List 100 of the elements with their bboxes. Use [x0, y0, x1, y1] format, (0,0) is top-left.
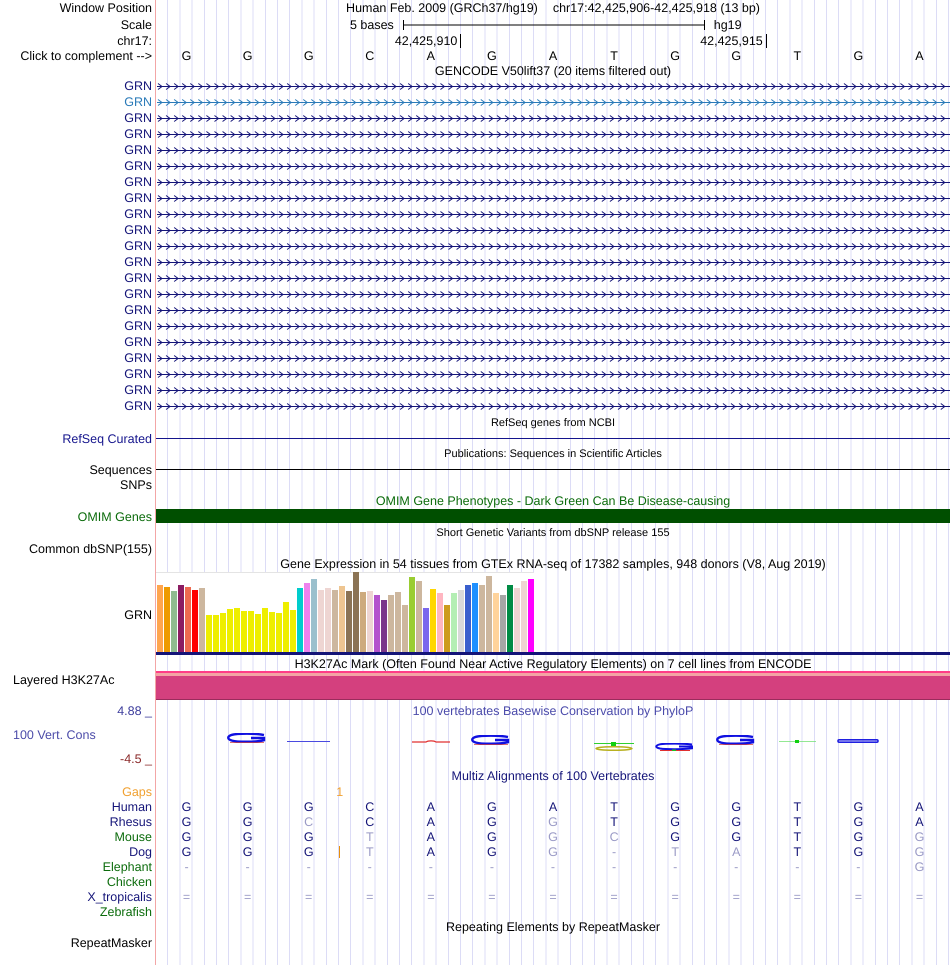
aligned-base: G — [242, 844, 252, 858]
base-letter: A — [915, 49, 924, 63]
aligned-base: T — [793, 814, 802, 828]
expression-bar — [402, 605, 408, 652]
expression-bar — [472, 583, 478, 652]
track-label: chr17: — [117, 34, 152, 48]
expression-bar — [360, 592, 366, 652]
aligned-base: G — [914, 860, 924, 874]
track-label: Dog — [129, 844, 152, 858]
aligned-base: - — [612, 844, 616, 858]
track-label: GRN — [124, 335, 152, 349]
track-label: Common dbSNP(155) — [29, 542, 152, 556]
base-letter: T — [793, 49, 802, 63]
expression-bar — [318, 590, 324, 652]
aligned-base: C — [365, 814, 374, 828]
expression-bar — [248, 611, 254, 652]
track-title: OMIM Gene Phenotypes - Dark Green Can Be Disease-causing — [376, 494, 730, 508]
track-label: GRN — [124, 207, 152, 221]
expression-bar — [199, 588, 204, 652]
track-label: GRN — [124, 303, 152, 317]
expression-bar — [381, 600, 386, 652]
track-label: GRN — [124, 351, 152, 365]
expression-bar — [255, 614, 260, 652]
aligned-base: G — [854, 814, 864, 828]
expression-bar — [437, 593, 442, 652]
aligned-base: = — [182, 890, 190, 904]
aligned-base: = — [854, 890, 862, 904]
track-label: Window Position — [60, 1, 152, 15]
base-letter: C — [365, 49, 374, 63]
expression-bar — [346, 591, 352, 652]
aligned-base: = — [427, 890, 434, 904]
expression-bar — [416, 581, 422, 652]
aligned-base: - — [306, 860, 311, 874]
aligned-base: A — [426, 800, 436, 814]
track-label: GRN — [124, 383, 152, 397]
ruler-position-label: 42,425,915 — [700, 34, 767, 48]
expression-bar — [262, 608, 268, 652]
aligned-base: C — [365, 800, 374, 814]
base-letter: G — [731, 49, 742, 63]
aligned-base: G — [182, 844, 192, 858]
aligned-base: T — [793, 844, 802, 858]
aligned-base: A — [732, 844, 740, 858]
aligned-base: G — [304, 844, 314, 858]
aligned-base: = — [610, 890, 618, 904]
expression-bar — [227, 609, 232, 652]
aligned-base: T — [610, 814, 618, 828]
expression-bar — [283, 602, 288, 652]
expression-bar — [213, 615, 218, 652]
expression-bar — [220, 613, 226, 652]
aligned-base: G — [487, 844, 497, 858]
track-label: GRN — [124, 223, 152, 237]
aligned-base: = — [305, 890, 312, 904]
conservation-logo-icon — [778, 740, 816, 743]
gap-count: 1 — [336, 784, 344, 798]
expression-bar — [185, 587, 190, 652]
aligned-base: G — [548, 844, 558, 858]
expression-bar — [297, 588, 302, 652]
expression-bar — [374, 595, 380, 652]
track-label: GRN — [124, 159, 152, 173]
aligned-base: G — [487, 830, 497, 844]
aligned-base: - — [673, 860, 678, 874]
track-label: GRN — [124, 271, 152, 285]
expression-bar — [192, 590, 198, 652]
aligned-base: G — [670, 814, 680, 828]
track-label: GRN — [124, 255, 152, 269]
expression-bar — [430, 589, 436, 652]
aligned-base: - — [184, 860, 189, 874]
aligned-base: G — [854, 830, 864, 844]
track-label: GRN — [124, 319, 152, 333]
aligned-base: G — [548, 830, 558, 844]
track-title: Gene Expression in 54 tissues from GTEx RNA-seq of 17382 samples, 948 donors (V8, Aug 2019) — [280, 557, 826, 571]
track-label: X_tropicalis — [87, 890, 152, 904]
aligned-base: A — [548, 800, 558, 814]
aligned-base: G — [182, 800, 192, 814]
expression-bar — [290, 610, 296, 652]
track-title: GENCODE V50lift37 (20 items filtered out) — [434, 64, 672, 78]
expression-bar — [493, 593, 498, 652]
aligned-base: G — [182, 814, 192, 828]
expression-bar — [178, 585, 184, 652]
track-title: Multiz Alignments of 100 Vertebrates — [452, 769, 654, 783]
track-label: Gaps — [122, 784, 152, 798]
expression-bar — [171, 591, 176, 652]
conservation-logo-icon — [594, 742, 634, 751]
aligned-base: G — [182, 830, 192, 844]
track-title: Repeating Elements by RepeatMasker — [446, 920, 660, 934]
aligned-base: G — [487, 800, 497, 814]
aligned-base: G — [854, 800, 864, 814]
aligned-base: G — [304, 800, 314, 814]
expression-bar — [206, 615, 212, 652]
expression-bar — [241, 611, 246, 652]
aligned-base: G — [731, 814, 742, 828]
track-label: GRN — [124, 239, 152, 253]
aligned-base: G — [548, 814, 558, 828]
aligned-base: = — [549, 890, 557, 904]
track-label: GRN — [124, 399, 152, 413]
aligned-base: C — [304, 814, 314, 828]
aligned-base: C — [610, 830, 619, 844]
aligned-base: A — [426, 844, 436, 858]
base-letter: G — [242, 49, 252, 63]
track-label: Elephant — [102, 860, 152, 874]
